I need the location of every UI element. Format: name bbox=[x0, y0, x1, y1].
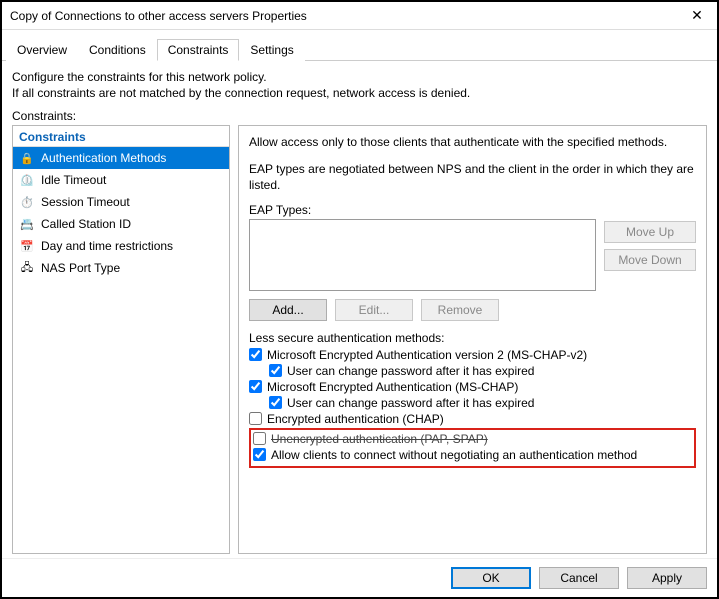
chk-mschapv2-input[interactable] bbox=[249, 348, 262, 361]
chk-chap[interactable]: Encrypted authentication (CHAP) bbox=[249, 411, 696, 427]
sidebar-item-session-timeout[interactable]: ⏱️ Session Timeout bbox=[13, 191, 229, 213]
eap-negotiate-text: EAP types are negotiated between NPS and… bbox=[249, 161, 696, 193]
station-icon: 📇 bbox=[19, 216, 35, 232]
highlight-box: Unencrypted authentication (PAP, SPAP) A… bbox=[249, 428, 696, 468]
sidebar-item-authentication-methods[interactable]: 🔒 Authentication Methods bbox=[13, 147, 229, 169]
chk-allow-no-negotiate-input[interactable] bbox=[253, 448, 266, 461]
sidebar-item-label: Called Station ID bbox=[41, 217, 131, 231]
constraints-sidebar: Constraints 🔒 Authentication Methods ⏲️ … bbox=[12, 125, 230, 554]
ok-button[interactable]: OK bbox=[451, 567, 531, 589]
sidebar-item-idle-timeout[interactable]: ⏲️ Idle Timeout bbox=[13, 169, 229, 191]
move-up-button[interactable]: Move Up bbox=[604, 221, 696, 243]
chk-mschap-label: Microsoft Encrypted Authentication (MS-C… bbox=[267, 380, 518, 394]
sidebar-group-header: Constraints bbox=[13, 126, 229, 147]
eap-types-listbox[interactable] bbox=[249, 219, 596, 291]
sidebar-item-label: Idle Timeout bbox=[41, 173, 106, 187]
chk-mschap-input[interactable] bbox=[249, 380, 262, 393]
lock-icon: 🔒 bbox=[19, 150, 35, 166]
eap-types-label: EAP Types: bbox=[249, 203, 696, 217]
chk-mschapv2[interactable]: Microsoft Encrypted Authentication versi… bbox=[249, 347, 696, 363]
chk-mschapv2-pwdchange[interactable]: User can change password after it has ex… bbox=[249, 363, 696, 379]
dialog-footer: OK Cancel Apply bbox=[2, 558, 717, 597]
chk-chap-label: Encrypted authentication (CHAP) bbox=[267, 412, 444, 426]
sidebar-item-label: NAS Port Type bbox=[41, 261, 120, 275]
chk-pap-spap[interactable]: Unencrypted authentication (PAP, SPAP) bbox=[253, 431, 692, 447]
sidebar-item-called-station-id[interactable]: 📇 Called Station ID bbox=[13, 213, 229, 235]
less-secure-methods: Less secure authentication methods: Micr… bbox=[249, 331, 696, 468]
close-icon[interactable]: ✕ bbox=[677, 7, 717, 24]
chk-chap-input[interactable] bbox=[249, 412, 262, 425]
window-title: Copy of Connections to other access serv… bbox=[10, 9, 677, 23]
tabstrip: Overview Conditions Constraints Settings bbox=[2, 34, 717, 61]
chk-pap-spap-input[interactable] bbox=[253, 432, 266, 445]
calendar-icon: 📅 bbox=[19, 238, 35, 254]
chk-mschapv2-pwdchange-input[interactable] bbox=[269, 364, 282, 377]
idle-icon: ⏲️ bbox=[19, 172, 35, 188]
constraints-label: Constraints: bbox=[12, 109, 707, 123]
move-down-button[interactable]: Move Down bbox=[604, 249, 696, 271]
sidebar-item-label: Session Timeout bbox=[41, 195, 130, 209]
add-button[interactable]: Add... bbox=[249, 299, 327, 321]
titlebar: Copy of Connections to other access serv… bbox=[2, 2, 717, 30]
chk-mschapv2-label: Microsoft Encrypted Authentication versi… bbox=[267, 348, 587, 362]
intro-text: Configure the constraints for this netwo… bbox=[12, 69, 707, 101]
tab-conditions[interactable]: Conditions bbox=[78, 39, 157, 61]
port-icon: 🖧 bbox=[19, 260, 35, 276]
tabpanel-constraints: Configure the constraints for this netwo… bbox=[2, 61, 717, 558]
intro-line2: If all constraints are not matched by th… bbox=[12, 85, 707, 101]
apply-button[interactable]: Apply bbox=[627, 567, 707, 589]
chk-mschapv2-pwdchange-label: User can change password after it has ex… bbox=[287, 364, 534, 378]
less-secure-label: Less secure authentication methods: bbox=[249, 331, 696, 345]
sidebar-item-day-time[interactable]: 📅 Day and time restrictions bbox=[13, 235, 229, 257]
sidebar-item-label: Day and time restrictions bbox=[41, 239, 173, 253]
edit-button[interactable]: Edit... bbox=[335, 299, 413, 321]
chk-allow-no-negotiate[interactable]: Allow clients to connect without negotia… bbox=[253, 447, 692, 463]
intro-line1: Configure the constraints for this netwo… bbox=[12, 69, 707, 85]
tab-constraints[interactable]: Constraints bbox=[157, 39, 240, 61]
tab-overview[interactable]: Overview bbox=[6, 39, 78, 61]
remove-button[interactable]: Remove bbox=[421, 299, 499, 321]
chk-allow-no-negotiate-label: Allow clients to connect without negotia… bbox=[271, 448, 637, 462]
session-icon: ⏱️ bbox=[19, 194, 35, 210]
allow-access-text: Allow access only to those clients that … bbox=[249, 134, 696, 150]
chk-mschap-pwdchange-input[interactable] bbox=[269, 396, 282, 409]
sidebar-item-nas-port-type[interactable]: 🖧 NAS Port Type bbox=[13, 257, 229, 279]
content-panel: Allow access only to those clients that … bbox=[238, 125, 707, 554]
sidebar-item-label: Authentication Methods bbox=[41, 151, 166, 165]
chk-mschap[interactable]: Microsoft Encrypted Authentication (MS-C… bbox=[249, 379, 696, 395]
chk-mschap-pwdchange-label: User can change password after it has ex… bbox=[287, 396, 534, 410]
cancel-button[interactable]: Cancel bbox=[539, 567, 619, 589]
chk-mschap-pwdchange[interactable]: User can change password after it has ex… bbox=[249, 395, 696, 411]
tab-settings[interactable]: Settings bbox=[239, 39, 304, 61]
chk-pap-spap-label: Unencrypted authentication (PAP, SPAP) bbox=[271, 432, 488, 446]
